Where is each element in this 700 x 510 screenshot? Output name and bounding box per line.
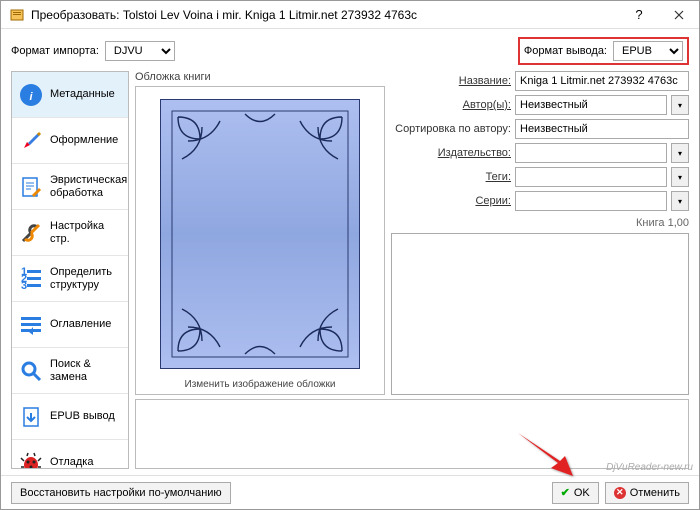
comments-textarea[interactable]	[391, 233, 689, 395]
sidebar-item-label: EPUB вывод	[50, 410, 115, 422]
close-button[interactable]	[659, 1, 699, 29]
sort-label: Сортировка по автору:	[391, 123, 511, 135]
sidebar-item-epuboutput[interactable]: EPUB вывод	[12, 394, 128, 440]
sidebar-item-toc[interactable]: Оглавление	[12, 302, 128, 348]
sidebar-item-label: Настройка стр.	[50, 220, 122, 244]
cancel-icon: ✕	[614, 487, 626, 499]
series-dropdown-button[interactable]: ▾	[671, 191, 689, 211]
help-button[interactable]: ?	[619, 1, 659, 29]
ok-label: OK	[574, 487, 590, 499]
info-icon: i	[18, 82, 44, 108]
sidebar-item-label: Эвристическая обработка	[50, 174, 127, 198]
change-cover-label: Изменить изображение обложки	[185, 379, 336, 390]
toc-icon	[18, 312, 44, 338]
sidebar-item-debug[interactable]: Отладка	[12, 440, 128, 469]
publisher-label: Издательство:	[391, 147, 511, 159]
sidebar-item-label: Определить структуру	[50, 266, 122, 290]
author-field[interactable]	[515, 95, 667, 115]
ok-button[interactable]: ✔ OK	[552, 482, 599, 504]
titlebar: Преобразовать: Tolstoi Lev Voina i mir. …	[1, 1, 699, 29]
author-label: Автор(ы):	[391, 99, 511, 111]
publisher-dropdown-button[interactable]: ▾	[671, 143, 689, 163]
wrench-icon	[18, 220, 44, 246]
sidebar-item-label: Оформление	[50, 134, 118, 146]
brush-icon	[18, 128, 44, 154]
sidebar-item-look[interactable]: Оформление	[12, 118, 128, 164]
log-panel	[135, 399, 689, 469]
window-title: Преобразовать: Tolstoi Lev Voina i mir. …	[31, 8, 619, 22]
numbers-icon: 123	[18, 266, 44, 292]
output-format-highlight: Формат вывода: EPUB	[518, 37, 689, 65]
sidebar-item-structure[interactable]: 123 Определить структуру	[12, 256, 128, 302]
output-format-select[interactable]: EPUB	[613, 41, 683, 61]
output-format-label: Формат вывода:	[524, 45, 607, 57]
sidebar-item-label: Отладка	[50, 456, 93, 468]
sidebar-item-label: Метаданные	[50, 88, 115, 100]
sidebar-item-label: Оглавление	[50, 318, 111, 330]
sidebar-item-pagesetup[interactable]: Настройка стр.	[12, 210, 128, 256]
reset-defaults-button[interactable]: Восстановить настройки по-умолчанию	[11, 482, 231, 504]
book-number: Книга 1,00	[391, 217, 689, 229]
sidebar-item-search[interactable]: Поиск & замена	[12, 348, 128, 394]
publisher-field[interactable]	[515, 143, 667, 163]
cover-title: Обложка книги	[135, 71, 385, 83]
sort-field[interactable]	[515, 119, 689, 139]
tags-dropdown-button[interactable]: ▾	[671, 167, 689, 187]
reset-label: Восстановить настройки по-умолчанию	[20, 487, 222, 499]
sidebar-item-label: Поиск & замена	[50, 358, 122, 382]
tags-label: Теги:	[391, 171, 511, 183]
sidebar-item-metadata[interactable]: i Метаданные	[12, 72, 128, 118]
sidebar: i Метаданные Оформление Эвристическая об…	[11, 71, 129, 469]
cancel-label: Отменить	[630, 487, 680, 499]
import-format-label: Формат импорта:	[11, 45, 99, 57]
cover-frame: Изменить изображение обложки	[135, 86, 385, 395]
import-format-select[interactable]: DJVU	[105, 41, 175, 61]
cover-image[interactable]	[155, 91, 365, 376]
cancel-button[interactable]: ✕ Отменить	[605, 482, 689, 504]
sidebar-item-heuristic[interactable]: Эвристическая обработка	[12, 164, 128, 210]
bug-icon	[18, 450, 44, 470]
search-icon	[18, 358, 44, 384]
check-icon: ✔	[561, 486, 570, 499]
series-label: Серии:	[391, 195, 511, 207]
series-field[interactable]	[515, 191, 667, 211]
author-dropdown-button[interactable]: ▾	[671, 95, 689, 115]
page-out-icon	[18, 404, 44, 430]
tags-field[interactable]	[515, 167, 667, 187]
app-icon	[9, 7, 25, 23]
svg-text:3: 3	[21, 280, 27, 291]
title-field[interactable]	[515, 71, 689, 91]
title-label: Название:	[391, 75, 511, 87]
page-edit-icon	[18, 174, 44, 200]
